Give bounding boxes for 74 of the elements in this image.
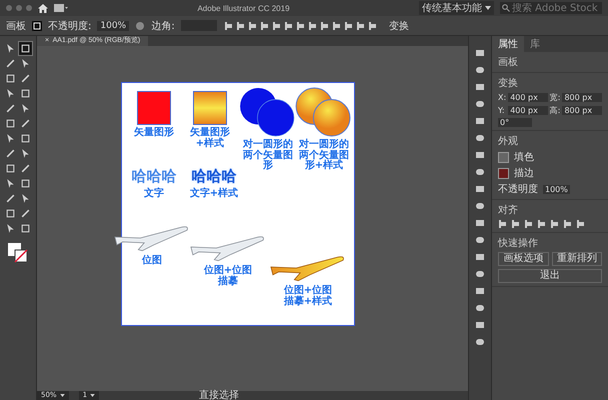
caption-text: 位图 xyxy=(142,256,162,266)
quick-action-button[interactable]: 画板选项 xyxy=(498,252,548,266)
caption-text: 对一圆形的两个矢量图形 xyxy=(242,140,294,172)
caption-text: 矢量图形+样式 xyxy=(189,128,231,149)
stroke-label: 描边 xyxy=(514,166,534,180)
tool-icon[interactable] xyxy=(19,42,32,55)
corner-label: 边角: xyxy=(151,20,175,32)
section-title: 对齐 xyxy=(498,204,519,217)
caret-icon xyxy=(60,394,65,397)
caption-text: 对一圆形的两个矢量图形+样式 xyxy=(298,140,350,172)
tool-icon[interactable] xyxy=(4,147,17,160)
field-label: Y: xyxy=(498,106,506,115)
tool-icon[interactable] xyxy=(19,132,32,145)
tool-icon[interactable] xyxy=(19,207,32,220)
fill-label: 填色 xyxy=(514,150,534,164)
tool-icon[interactable] xyxy=(4,102,17,115)
field-label: X: xyxy=(498,93,506,102)
caption-text: 位图+位图描摹 xyxy=(202,266,254,287)
tool-icon[interactable] xyxy=(19,72,32,85)
tool-icon[interactable] xyxy=(19,117,32,130)
search-field[interactable]: 搜索 Adobe Stock xyxy=(500,2,602,14)
workspace-dropdown[interactable]: 传统基本功能 xyxy=(419,1,494,15)
tool-icon[interactable] xyxy=(4,162,17,175)
home-icon[interactable] xyxy=(38,4,48,12)
tool-icon[interactable] xyxy=(19,87,32,100)
artboard-tool-icon[interactable] xyxy=(32,20,42,30)
caret-icon xyxy=(485,6,491,10)
gradient-circles-drawing xyxy=(295,87,353,137)
quick-action-button[interactable]: 退出 xyxy=(498,269,602,283)
angle-field[interactable]: 0° xyxy=(498,118,532,127)
tool-icon[interactable] xyxy=(4,192,17,205)
opacity-field[interactable]: 100% xyxy=(543,184,570,194)
dimension-field[interactable]: 400 px xyxy=(508,93,548,102)
stroke-swatch[interactable] xyxy=(498,168,509,178)
caption-text: 文字+样式 xyxy=(190,189,238,200)
sample-text: 哈哈哈 xyxy=(192,167,236,186)
dimension-field[interactable]: 800 px xyxy=(562,106,602,115)
tool-icon[interactable] xyxy=(4,117,17,130)
square-shape xyxy=(137,91,171,125)
object-type-label: 画板 xyxy=(6,20,26,32)
gradient-square-shape xyxy=(193,91,227,125)
field-label: 高: xyxy=(550,105,560,116)
section-title: 外观 xyxy=(498,135,519,148)
search-icon xyxy=(502,4,510,12)
fill-stroke-icon[interactable] xyxy=(8,243,28,263)
tool-icon[interactable] xyxy=(19,162,32,175)
panel-tab[interactable]: 库 xyxy=(524,36,546,52)
dimension-field[interactable]: 800 px xyxy=(562,93,602,102)
status-tool-label: 直接选择 xyxy=(199,391,240,400)
field-label: 宽: xyxy=(550,92,560,103)
opacity-label: 不透明度 xyxy=(498,182,538,196)
tool-icon[interactable] xyxy=(19,177,32,190)
opacity-label: 不透明度: xyxy=(48,20,92,32)
panel-tab[interactable]: 属性 xyxy=(492,36,524,52)
caption-text: 位图+位图描摹+样式 xyxy=(282,286,334,307)
sample-text: 哈哈哈 xyxy=(132,167,176,186)
opacity-field[interactable]: 100% xyxy=(97,20,130,30)
layout-icon[interactable] xyxy=(54,4,68,12)
tool-icon[interactable] xyxy=(19,222,32,235)
fill-swatch[interactable] xyxy=(498,152,509,162)
tool-icon[interactable] xyxy=(4,57,17,70)
dimension-field[interactable]: 400 px xyxy=(508,106,548,115)
caption-text: 矢量图形 xyxy=(134,128,174,138)
caption-text: 文字 xyxy=(144,189,164,200)
overlapping-circles-drawing xyxy=(239,87,297,137)
window-title: Adobe Illustrator CC 2019 xyxy=(196,4,291,12)
tool-icon[interactable] xyxy=(4,207,17,220)
section-title: 变换 xyxy=(498,76,519,90)
tool-icon[interactable] xyxy=(4,72,17,85)
transform-link[interactable]: 变换 xyxy=(388,18,409,32)
quick-action-button[interactable]: 重新排列 xyxy=(552,252,602,266)
section-title: 快速操作 xyxy=(498,236,539,250)
section-title: 画板 xyxy=(498,56,519,69)
caret-icon xyxy=(90,394,96,397)
